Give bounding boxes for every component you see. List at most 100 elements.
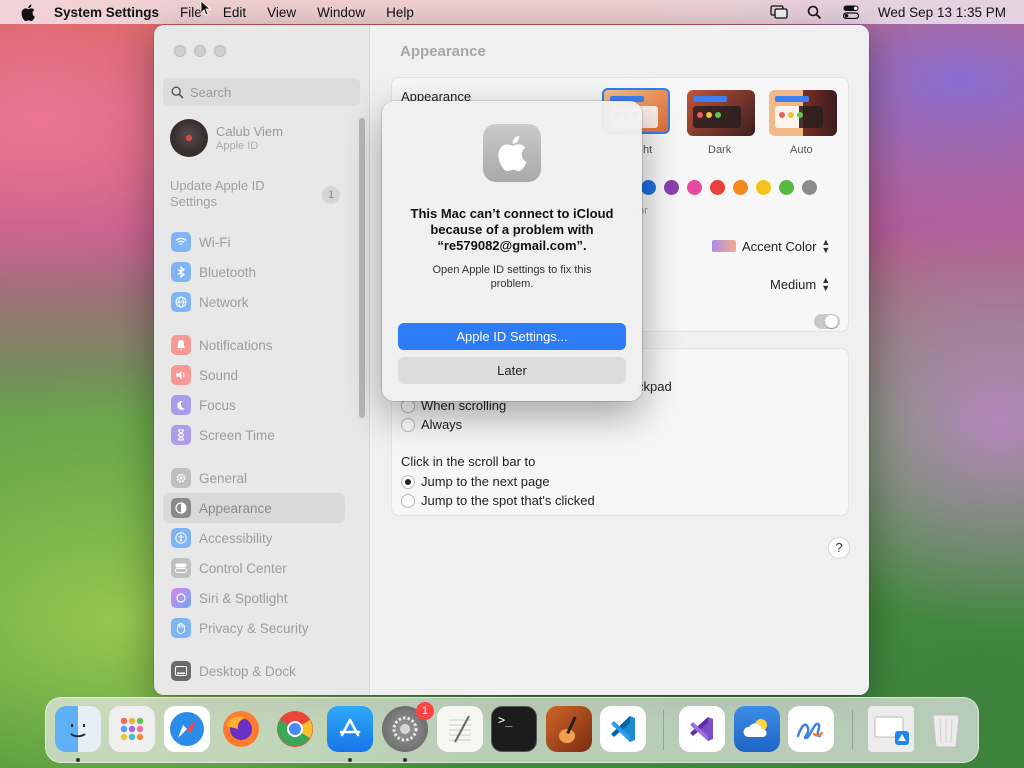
sidebar-item-bluetooth[interactable]: Bluetooth <box>163 257 345 287</box>
weather-icon[interactable] <box>734 706 780 752</box>
menu-bar-clock[interactable]: Wed Sep 13 1:35 PM <box>878 5 1006 20</box>
running-indicator <box>76 758 80 762</box>
sidebar-item-network[interactable]: Network <box>163 287 345 317</box>
account-subtitle: Apple ID <box>216 140 259 152</box>
accent-red-swatch[interactable] <box>710 180 725 195</box>
radio-button[interactable] <box>401 493 415 508</box>
sidebar-item-accessibility[interactable]: Accessibility <box>163 523 345 553</box>
file-menu[interactable]: File <box>180 5 202 20</box>
dark-mode-thumbnail[interactable] <box>687 90 755 136</box>
sidebar-item-label: Screen Time <box>199 427 275 443</box>
accent-purple-swatch[interactable] <box>664 180 679 195</box>
radio-jump-spot-clicked[interactable]: Jump to the spot that's clicked <box>401 493 595 508</box>
sidebar-group-general: General Appearance Accessibility Control… <box>163 463 345 643</box>
downloads-stack-icon[interactable] <box>868 706 914 752</box>
update-apple-id-settings[interactable]: Update Apple ID Settings 1 <box>170 178 340 210</box>
sidebar-item-label: Notifications <box>199 337 273 353</box>
sidebar-group-notifications: Notifications Sound Focus Screen Time <box>163 330 345 450</box>
accent-graphite-swatch[interactable] <box>802 180 817 195</box>
sidebar-item-focus[interactable]: Focus <box>163 390 345 420</box>
spotlight-search-icon[interactable] <box>806 5 824 19</box>
menu-bar: System Settings File Edit View Window He… <box>0 0 1024 24</box>
bell-icon <box>171 335 191 355</box>
accent-yellow-swatch[interactable] <box>756 180 771 195</box>
help-menu[interactable]: Help <box>386 5 414 20</box>
freeform-icon[interactable] <box>788 706 834 752</box>
radio-button[interactable] <box>401 474 415 489</box>
accent-pink-swatch[interactable] <box>687 180 702 195</box>
accent-orange-swatch[interactable] <box>733 180 748 195</box>
sidebar-item-general[interactable]: General <box>163 463 345 493</box>
apple-id-account[interactable]: Calub Viem Apple ID <box>170 119 283 157</box>
close-button[interactable] <box>174 45 186 57</box>
trash-icon[interactable] <box>923 706 969 752</box>
textedit-icon[interactable] <box>437 706 483 752</box>
sidebar-scrollbar[interactable] <box>359 118 365 418</box>
sidebar-item-notifications[interactable]: Notifications <box>163 330 345 360</box>
garageband-icon[interactable] <box>546 706 592 752</box>
speaker-icon <box>171 365 191 385</box>
zoom-button[interactable] <box>214 45 226 57</box>
sidebar-item-sound[interactable]: Sound <box>163 360 345 390</box>
sidebar-item-desktop-dock[interactable]: Desktop & Dock <box>163 656 345 686</box>
chrome-icon[interactable] <box>272 706 318 752</box>
window-menu[interactable]: Window <box>317 5 365 20</box>
page-title: Appearance <box>400 43 486 60</box>
terminal-icon[interactable]: >_ <box>491 706 537 752</box>
control-center-icon[interactable] <box>842 5 860 19</box>
wifi-icon <box>171 232 191 252</box>
accent-green-swatch[interactable] <box>779 180 794 195</box>
app-store-icon[interactable] <box>327 706 373 752</box>
firefox-icon[interactable] <box>218 706 264 752</box>
wallpaper-tinting-toggle[interactable] <box>814 314 840 329</box>
visual-studio-icon[interactable] <box>679 706 725 752</box>
finder-icon[interactable] <box>55 706 101 752</box>
vscode-icon[interactable] <box>600 706 646 752</box>
later-button[interactable]: Later <box>398 357 626 384</box>
hand-icon <box>171 618 191 638</box>
radio-always[interactable]: Always <box>401 417 462 432</box>
dock-icon <box>171 661 191 681</box>
running-indicator <box>348 758 352 762</box>
sidebar-item-label: Bluetooth <box>199 264 257 280</box>
launchpad-icon[interactable] <box>109 706 155 752</box>
search-field[interactable] <box>163 78 360 106</box>
sidebar-item-privacy-security[interactable]: Privacy & Security <box>163 613 345 643</box>
app-menu[interactable]: System Settings <box>54 5 159 20</box>
accent-color-swatches <box>641 180 817 195</box>
safari-icon[interactable] <box>164 706 210 752</box>
minimize-button[interactable] <box>194 45 206 57</box>
apple-id-settings-button[interactable]: Apple ID Settings... <box>398 323 626 350</box>
sidebar-item-label: Wi-Fi <box>199 234 231 250</box>
chevron-up-down-icon: ▲ ▼ <box>821 237 831 255</box>
highlight-color-popup[interactable]: Accent Color ▲ ▼ <box>712 237 831 255</box>
radio-jump-next-page[interactable]: Jump to the next page <box>401 474 550 489</box>
sidebar-group-desktop: Desktop & Dock <box>163 656 345 686</box>
dock-separator <box>852 710 853 750</box>
sidebar-icon-size-popup[interactable]: Medium ▲ ▼ <box>770 275 831 293</box>
sidebar-item-screen-time[interactable]: Screen Time <box>163 420 345 450</box>
accent-blue-swatch[interactable] <box>641 180 656 195</box>
sidebar-item-siri-spotlight[interactable]: Siri & Spotlight <box>163 583 345 613</box>
mouse-cursor-icon <box>200 0 212 19</box>
moon-icon <box>171 395 191 415</box>
window-controls <box>174 45 226 57</box>
sidebar-item-wifi[interactable]: Wi-Fi <box>163 227 345 257</box>
sidebar-item-label: Privacy & Security <box>199 620 309 636</box>
account-name: Calub Viem <box>216 124 283 139</box>
alert-message: Open Apple ID settings to fix this probl… <box>432 264 592 290</box>
view-menu[interactable]: View <box>267 5 296 20</box>
apple-menu-icon[interactable] <box>18 2 38 22</box>
sidebar-item-control-center[interactable]: Control Center <box>163 553 345 583</box>
chevron-up-down-icon: ▲ ▼ <box>821 275 831 293</box>
update-badge: 1 <box>322 186 340 204</box>
avatar <box>170 119 208 157</box>
sidebar-item-appearance[interactable]: Appearance <box>163 493 345 523</box>
edit-menu[interactable]: Edit <box>223 5 246 20</box>
screen-mirroring-icon[interactable] <box>770 5 788 19</box>
radio-button[interactable] <box>401 417 415 432</box>
help-button[interactable]: ? <box>828 537 850 559</box>
auto-mode-thumbnail[interactable] <box>769 90 837 136</box>
search-input[interactable] <box>190 84 350 100</box>
appearance-icon <box>171 498 191 518</box>
